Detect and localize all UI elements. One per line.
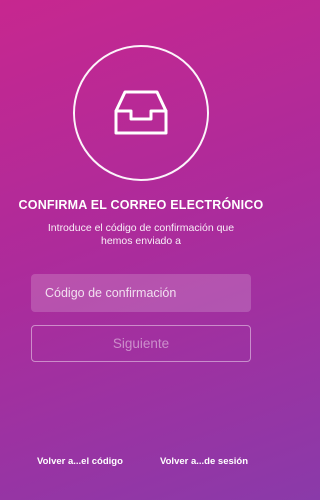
inbox-icon-circle <box>73 45 209 181</box>
instructions-line-2: hemos enviado a <box>101 235 181 247</box>
next-button[interactable]: Siguiente <box>31 325 251 362</box>
confirmation-code-input[interactable] <box>31 274 251 312</box>
back-to-code-link[interactable]: Volver a...el código <box>37 456 123 467</box>
back-to-login-link[interactable]: Volver a...de sesión <box>160 456 248 467</box>
confirm-email-screen: CONFIRMA EL CORREO ELECTRÓNICO Introduce… <box>0 0 282 500</box>
page-title: CONFIRMA EL CORREO ELECTRÓNICO <box>18 198 264 212</box>
instructions-line-1: Introduce el código de confirmación que <box>47 222 235 234</box>
instructions-text: Introduce el código de confirmación que … <box>30 222 252 248</box>
inbox-tray-icon <box>114 90 168 135</box>
